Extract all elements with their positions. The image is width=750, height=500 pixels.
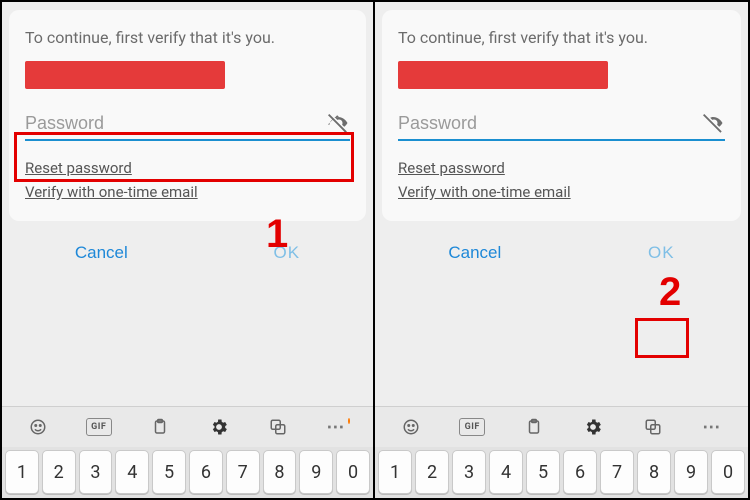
- visibility-off-icon[interactable]: [326, 111, 350, 135]
- keyboard-toolbar: GIF ⋯ 1 2 3 4 5 6 7 8 9 0: [2, 406, 373, 498]
- password-field-row[interactable]: [25, 105, 350, 141]
- key-7[interactable]: 7: [600, 450, 634, 494]
- key-8[interactable]: 8: [263, 450, 297, 494]
- dialog-prompt: To continue, first verify that it's you.: [25, 28, 350, 47]
- keyboard-toolbar: GIF ⋯ 1 2 3 4 5 6 7 8 9 0: [375, 406, 748, 498]
- step-2-pane: To continue, first verify that it's you.…: [375, 2, 748, 498]
- ok-button[interactable]: OK: [638, 239, 685, 267]
- key-8[interactable]: 8: [637, 450, 671, 494]
- more-icon[interactable]: ⋯: [326, 416, 348, 438]
- step-1-pane: To continue, first verify that it's you.…: [2, 2, 375, 498]
- key-4[interactable]: 4: [489, 450, 523, 494]
- key-6[interactable]: 6: [563, 450, 597, 494]
- translate-icon[interactable]: [267, 416, 289, 438]
- key-7[interactable]: 7: [226, 450, 260, 494]
- key-5[interactable]: 5: [152, 450, 186, 494]
- key-3[interactable]: 3: [452, 450, 486, 494]
- key-1[interactable]: 1: [5, 450, 39, 494]
- key-2[interactable]: 2: [415, 450, 449, 494]
- password-input[interactable]: [398, 113, 701, 134]
- key-2[interactable]: 2: [42, 450, 76, 494]
- redacted-account: [25, 61, 225, 89]
- key-6[interactable]: 6: [189, 450, 223, 494]
- reset-password-link[interactable]: Reset password: [398, 159, 505, 177]
- one-time-email-link[interactable]: Verify with one-time email: [398, 183, 571, 201]
- key-5[interactable]: 5: [526, 450, 560, 494]
- verify-dialog: To continue, first verify that it's you.…: [382, 10, 741, 221]
- password-input[interactable]: [25, 113, 326, 134]
- ok-button[interactable]: OK: [264, 239, 311, 267]
- verify-dialog: To continue, first verify that it's you.…: [9, 10, 366, 221]
- translate-icon[interactable]: [642, 416, 664, 438]
- dialog-prompt: To continue, first verify that it's you.: [398, 28, 725, 47]
- highlight-ok-box: [635, 318, 689, 358]
- visibility-off-icon[interactable]: [701, 111, 725, 135]
- key-0[interactable]: 0: [336, 450, 370, 494]
- gif-icon[interactable]: GIF: [459, 418, 485, 436]
- tutorial-two-panel: To continue, first verify that it's you.…: [0, 0, 750, 500]
- gear-icon[interactable]: [582, 416, 604, 438]
- password-field-row[interactable]: [398, 105, 725, 141]
- clipboard-icon[interactable]: [523, 416, 545, 438]
- key-1[interactable]: 1: [378, 450, 412, 494]
- number-row: 1 2 3 4 5 6 7 8 9 0: [375, 447, 748, 498]
- redacted-account: [398, 61, 608, 89]
- key-9[interactable]: 9: [674, 450, 708, 494]
- cancel-button[interactable]: Cancel: [438, 239, 511, 267]
- key-9[interactable]: 9: [299, 450, 333, 494]
- key-4[interactable]: 4: [115, 450, 149, 494]
- key-3[interactable]: 3: [79, 450, 113, 494]
- dialog-actions: Cancel OK: [2, 221, 373, 283]
- reset-password-link[interactable]: Reset password: [25, 159, 132, 177]
- gif-icon[interactable]: GIF: [86, 418, 112, 436]
- one-time-email-link[interactable]: Verify with one-time email: [25, 183, 198, 201]
- number-row: 1 2 3 4 5 6 7 8 9 0: [2, 447, 373, 498]
- cancel-button[interactable]: Cancel: [65, 239, 138, 267]
- more-icon[interactable]: ⋯: [701, 416, 723, 438]
- gear-icon[interactable]: [208, 416, 230, 438]
- key-0[interactable]: 0: [711, 450, 745, 494]
- clipboard-icon[interactable]: [149, 416, 171, 438]
- dialog-actions: Cancel OK: [375, 221, 748, 283]
- sticker-icon[interactable]: [27, 416, 49, 438]
- sticker-icon[interactable]: [400, 416, 422, 438]
